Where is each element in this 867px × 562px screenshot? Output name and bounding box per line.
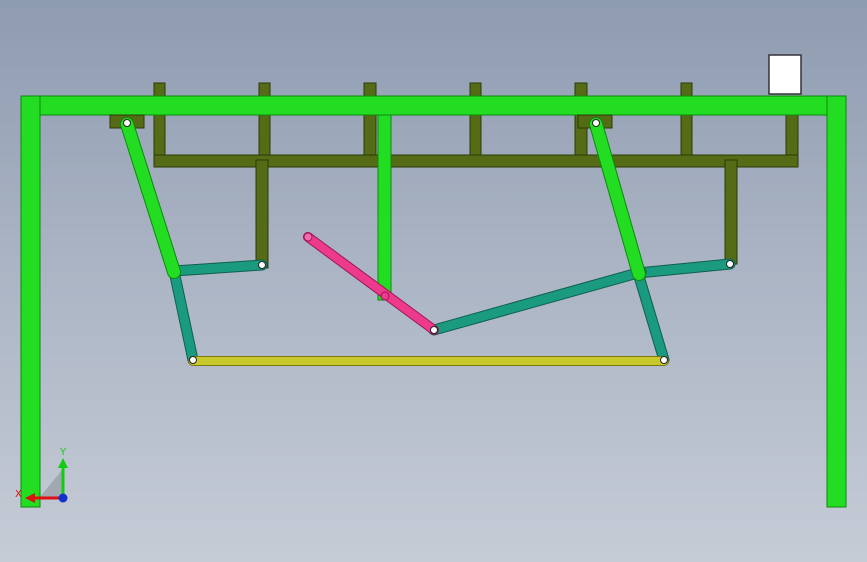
frame-right-leg[interactable]: [826, 95, 847, 508]
pin-crank-free-end[interactable]: [303, 232, 313, 242]
frame-left-leg[interactable]: [20, 95, 41, 508]
long-diagonal-link-fill: [429, 267, 646, 335]
pin-left-hanger[interactable]: [258, 261, 266, 269]
rack-post-1[interactable]: [153, 82, 166, 167]
cad-viewport[interactable]: Y X: [0, 0, 867, 562]
top-block[interactable]: [768, 54, 802, 95]
teal-links: [168, 258, 736, 366]
left-short-link-fill: [169, 260, 267, 276]
z-axis-dot: [58, 493, 68, 503]
pin-left-coupler[interactable]: [189, 356, 197, 364]
left-rocker-arm-fill: [121, 118, 180, 278]
y-axis-label: Y: [59, 447, 67, 458]
pink-crank-fill: [304, 233, 438, 334]
pin-crank-center[interactable]: [380, 291, 390, 301]
rack-post-6[interactable]: [680, 82, 693, 167]
pin-right-hanger[interactable]: [726, 260, 734, 268]
right-short-link-fill: [633, 259, 735, 278]
left-lower-link-fill: [169, 266, 198, 365]
y-axis-arrowhead: [58, 458, 68, 468]
rack-right-hanger[interactable]: [724, 159, 738, 265]
mechanism-drawing: Y X: [15, 54, 847, 508]
rack-left-hanger[interactable]: [255, 159, 269, 269]
x-axis-label: X: [15, 489, 22, 500]
center-post[interactable]: [377, 114, 392, 301]
pin-right-bracket[interactable]: [592, 119, 600, 127]
rack-post-3[interactable]: [363, 82, 377, 167]
rack-post-4[interactable]: [469, 82, 482, 167]
right-lower-link-fill: [633, 268, 669, 365]
pin-right-coupler[interactable]: [660, 356, 668, 364]
rack-rail[interactable]: [153, 154, 799, 168]
right-rocker-arm-fill: [590, 118, 645, 280]
pin-crank-end[interactable]: [430, 326, 438, 334]
rack-post-2[interactable]: [258, 82, 271, 167]
pin-left-bracket[interactable]: [123, 119, 131, 127]
triad-plane: [40, 470, 62, 497]
frame-top-beam[interactable]: [20, 95, 847, 116]
